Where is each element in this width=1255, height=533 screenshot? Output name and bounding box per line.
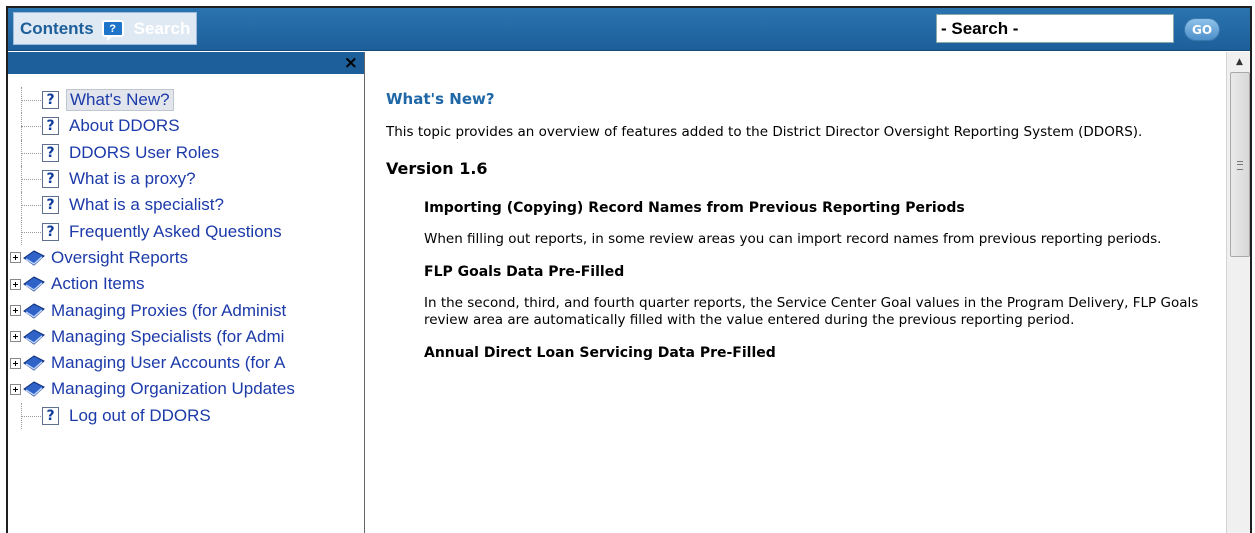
help-topic-icon: ? <box>42 117 59 136</box>
search-input[interactable] <box>936 14 1174 43</box>
help-topic-icon: ? <box>42 170 59 189</box>
help-topic-icon: ? <box>42 406 59 425</box>
tree-item-label[interactable]: Frequently Asked Questions <box>66 222 285 242</box>
tree-connector <box>16 192 42 219</box>
tree-connector <box>16 139 42 167</box>
feature-body: In the second, third, and fourth quarter… <box>424 295 1199 328</box>
tree-item-label[interactable]: What's New? <box>66 89 174 112</box>
help-window: Contents ? Search GO × ? What's New?? Abou… <box>6 6 1252 533</box>
tree-topic-item[interactable]: ? What is a proxy? <box>16 165 304 193</box>
tree-book-item[interactable]: Managing User Accounts (for A <box>10 350 298 376</box>
tree-connector <box>16 165 42 193</box>
tree-item-label[interactable]: Log out of DDORS <box>66 406 214 426</box>
tree-item-label[interactable]: DDORS User Roles <box>66 143 222 163</box>
tree-item-label[interactable]: Oversight Reports <box>48 248 191 268</box>
tree-item-label[interactable]: Action Items <box>48 274 148 294</box>
book-icon <box>23 329 45 345</box>
contents-tab[interactable]: Contents ? Search <box>13 12 198 45</box>
tree-connector <box>16 87 42 114</box>
search-help-icon[interactable]: ? <box>101 20 124 41</box>
book-icon <box>23 276 45 292</box>
book-icon <box>23 381 45 398</box>
toolbar: Contents ? Search GO <box>8 8 1250 51</box>
tree-topic-item[interactable]: ? What is a specialist? <box>16 192 304 219</box>
navigation-pane: × ? What's New?? About DDORS? DDORS User Ro… <box>8 52 365 533</box>
topic-content: What's New? This topic provides an overv… <box>366 52 1226 533</box>
tree-book-item[interactable]: Managing Specialists (for Admi <box>10 324 298 350</box>
help-topic-icon: ? <box>42 222 59 241</box>
tree-connector <box>16 113 42 140</box>
feature-heading: Importing (Copying) Record Names from Pr… <box>424 200 965 216</box>
tree-item-label[interactable]: What is a specialist? <box>66 195 227 215</box>
book-icon <box>23 355 45 371</box>
search-tab[interactable]: Search <box>134 19 191 39</box>
tree-topic-item[interactable]: ? DDORS User Roles <box>16 139 304 167</box>
page-title: What's New? <box>386 90 495 108</box>
expand-plus-icon[interactable] <box>10 252 21 264</box>
tree-item-label[interactable]: About DDORS <box>66 116 183 136</box>
tree-book-item[interactable]: Managing Organization Updates <box>10 376 298 402</box>
tree-item-label[interactable]: Managing Organization Updates <box>48 379 298 399</box>
expand-plus-icon[interactable] <box>10 357 21 369</box>
tree-connector <box>16 402 42 430</box>
expand-plus-icon[interactable] <box>10 331 21 343</box>
feature-section: Annual Direct Loan Servicing Data Pre-Fi… <box>386 345 1226 361</box>
expand-plus-icon[interactable] <box>10 383 21 395</box>
feature-heading: Annual Direct Loan Servicing Data Pre-Fi… <box>424 345 776 361</box>
contents-tree: ? What's New?? About DDORS? DDORS User Role… <box>10 87 304 430</box>
tree-topic-item[interactable]: ? About DDORS <box>16 113 304 140</box>
close-icon[interactable]: × <box>344 53 358 73</box>
intro-paragraph: This topic provides an overview of featu… <box>386 124 1143 140</box>
tree-topic-item[interactable]: ? What's New? <box>16 87 304 114</box>
expand-plus-icon[interactable] <box>10 305 21 317</box>
content-scrollbar[interactable]: ▲ <box>1226 52 1250 533</box>
tree-topic-item[interactable]: ? Log out of DDORS <box>16 402 304 430</box>
expand-plus-icon[interactable] <box>10 278 21 290</box>
contents-tab-label: Contents <box>20 18 94 38</box>
help-topic-icon: ? <box>42 196 59 215</box>
tree-topic-item[interactable]: ? Frequently Asked Questions <box>16 218 304 246</box>
help-topic-icon: ? <box>42 143 59 162</box>
feature-section: FLP Goals Data Pre-Filled In the second,… <box>386 264 1226 329</box>
book-icon <box>23 250 45 266</box>
scroll-thumb[interactable] <box>1230 72 1250 257</box>
version-heading: Version 1.6 <box>386 159 488 178</box>
feature-section: Importing (Copying) Record Names from Pr… <box>386 200 1226 248</box>
feature-heading: FLP Goals Data Pre-Filled <box>424 264 625 280</box>
tree-item-label[interactable]: Managing Proxies (for Administ <box>48 301 289 321</box>
feature-body: When filling out reports, in some review… <box>424 231 1162 247</box>
tree-item-label[interactable]: Managing User Accounts (for A <box>48 353 288 373</box>
scroll-up-arrow-icon[interactable]: ▲ <box>1227 52 1250 72</box>
tree-connector <box>16 218 42 246</box>
tree-item-label[interactable]: Managing Specialists (for Admi <box>48 327 287 347</box>
tree-book-item[interactable]: Managing Proxies (for Administ <box>10 297 298 323</box>
navigation-pane-header: × <box>8 52 364 74</box>
book-icon <box>23 302 45 319</box>
go-button[interactable]: GO <box>1184 18 1220 41</box>
help-topic-icon: ? <box>42 91 59 110</box>
tree-item-label[interactable]: What is a proxy? <box>66 169 199 189</box>
tree-book-item[interactable]: Oversight Reports <box>10 245 298 271</box>
tree-book-item[interactable]: Action Items <box>10 271 298 297</box>
